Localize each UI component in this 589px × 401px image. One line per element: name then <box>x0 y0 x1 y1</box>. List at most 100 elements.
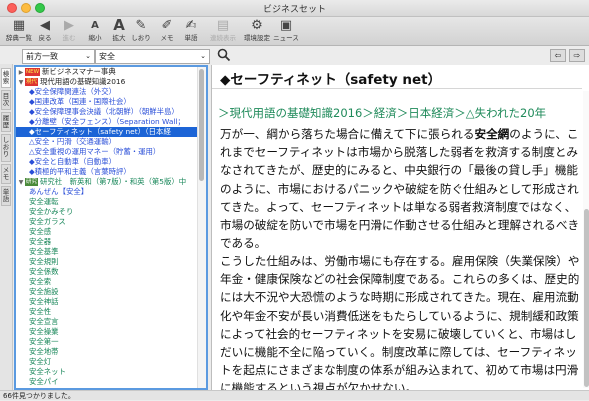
dictionary-list-icon: ▦ <box>12 18 26 33</box>
tree-row[interactable]: △安全重視の運用マネー（貯蓄・運用） <box>16 147 197 157</box>
result-list: ▶ NEW 新ビジネスマナー事典 ▼ 現代 現代用語の基礎知識2016 ◆安全保障関連法（外… <box>16 67 197 387</box>
tree-row[interactable]: あんぜん【安全】 <box>16 187 197 197</box>
chevron-down-icon: ⌄ <box>200 52 206 60</box>
toolbar: ▦ 辞典一覧 ◀ 戻る ▶ 進む A 縮小 A 拡大 ✎ しおり ✐ メモ ✍ 単語 ▤ 連続表示 ⚙ 環境設定 ▣ ニュ… <box>0 17 589 46</box>
tree-row-label: 安全規則 <box>29 257 59 266</box>
tree-row[interactable]: △安全・円滑（交通運輸） <box>16 137 197 147</box>
tree-row-label: 安全係数 <box>29 267 59 276</box>
tree-row[interactable]: ▼ 現代 現代用語の基礎知識2016 <box>16 77 197 87</box>
memo-icon: ✐ <box>161 18 173 33</box>
article-scroll-thumb[interactable] <box>584 209 589 387</box>
dictionary-badge-icon: 現代 <box>25 78 39 86</box>
tree-row[interactable]: 安全施設 <box>16 287 197 297</box>
toolbar-continuous-view-button[interactable]: ▤ 連続表示 <box>210 17 236 45</box>
side-tab-3[interactable]: しおり <box>1 134 11 162</box>
breadcrumb[interactable]: ＞現代用語の基礎知識2016＞経済＞日本経済＞△失われた20年 <box>218 105 546 121</box>
tree-row[interactable]: 安全かみそり <box>16 207 197 217</box>
tree-row[interactable]: 安全灯 <box>16 357 197 367</box>
article-title: ◆セーフティネット（safety net） <box>220 72 442 88</box>
tree-row-label: 安全感 <box>29 227 52 236</box>
disclosure-open-icon[interactable]: ▼ <box>17 78 25 87</box>
back-icon: ◀ <box>40 18 50 33</box>
result-tree: ▶ NEW 新ビジネスマナー事典 ▼ 現代 現代用語の基礎知識2016 ◆安全保障関連法（外… <box>14 65 208 390</box>
tree-row[interactable]: ◆分離壁（安全フェンス）（Separation Wall； <box>16 117 197 127</box>
article-paragraph-1: 万が一、綱から落ちた場合に備えて下に張られる安全網のように、これまでセーフティネ… <box>220 127 580 251</box>
tree-row[interactable]: 安全基準 <box>16 247 197 257</box>
preferences-gear-icon: ⚙ <box>251 18 263 33</box>
tree-row[interactable]: 安全係数 <box>16 267 197 277</box>
toolbar-word-button[interactable]: ✍ 単語 <box>178 17 204 45</box>
search-mode-value: 前方一致 <box>26 52 58 61</box>
search-mode-select[interactable]: 前方一致 ⌄ <box>22 49 95 64</box>
tree-row[interactable]: 安全ネット <box>16 367 197 377</box>
side-tab-1[interactable]: 目次 <box>1 90 11 110</box>
tree-row-label: 安全第一 <box>29 337 59 346</box>
search-icon[interactable] <box>217 48 231 62</box>
toolbar-news-button[interactable]: ▣ ニュース <box>273 17 299 45</box>
title-bar: ビジネスセット <box>0 0 589 17</box>
tree-row[interactable]: ◆積極的平和主義（言葉時評） <box>16 167 197 177</box>
side-tab-0[interactable]: 検索 <box>1 68 11 88</box>
tree-row-label: △安全重視の運用マネー（貯蓄・運用） <box>29 147 161 156</box>
tree-row[interactable]: 安全地帯 <box>16 347 197 357</box>
tree-row-label: 新ビジネスマナー事典 <box>42 67 116 76</box>
tree-scroll-thumb[interactable] <box>199 69 204 181</box>
toolbar-label: ニュース <box>273 34 299 42</box>
tree-row[interactable]: 安全第一 <box>16 337 197 347</box>
tree-row[interactable]: 安全神話 <box>16 297 197 307</box>
disclosure-closed-icon[interactable]: ▶ <box>17 68 25 77</box>
tree-row[interactable]: 安全感 <box>16 227 197 237</box>
article-scrollbar[interactable] <box>583 91 589 388</box>
window-title: ビジネスセット <box>262 5 326 15</box>
tree-row-label: ◆国連改革（国連・国際社会） <box>29 97 131 106</box>
tree-row[interactable]: ◆国連改革（国連・国際社会） <box>16 97 197 107</box>
status-bar: 66件見つかりました。 <box>0 390 589 400</box>
forward-icon: ▶ <box>64 18 74 33</box>
search-input[interactable]: 安全 ⌄ <box>95 49 210 64</box>
tree-row-label: ◆分離壁（安全フェンス）（Separation Wall； <box>29 117 185 126</box>
tree-row-label: ◆安全保障理事会決議（北朝鮮）（朝鮮半島） <box>29 107 179 116</box>
tree-row-label: 安全地帯 <box>29 347 59 356</box>
tree-row-label: 安全かみそり <box>29 207 74 216</box>
tree-row[interactable]: 安全パイ <box>16 377 197 387</box>
tree-row[interactable]: ◆セーフティネット（safety net）（日本経 <box>16 127 197 137</box>
tree-row[interactable]: 安全宣言 <box>16 317 197 327</box>
search-query: 安全 <box>99 52 115 61</box>
tree-row-label: 安全性 <box>29 307 52 316</box>
tree-row[interactable]: ◆安全保障関連法（外交） <box>16 87 197 97</box>
tree-row[interactable]: 安全運転 <box>16 197 197 207</box>
next-entry-icon[interactable]: ⇨ <box>569 49 585 62</box>
side-tab-4[interactable]: メモ <box>1 164 11 184</box>
tree-row[interactable]: ▶ NEW 新ビジネスマナー事典 <box>16 67 197 77</box>
tree-row[interactable]: 安全索 <box>16 277 197 287</box>
tree-row-label: あんぜん【安全】 <box>29 187 89 196</box>
tree-row[interactable]: 安全操業 <box>16 327 197 337</box>
tree-row[interactable]: 安全性 <box>16 307 197 317</box>
tree-scrollbar[interactable] <box>197 67 206 388</box>
side-tab-2[interactable]: 履歴 <box>1 112 11 132</box>
tree-row-label: ◆セーフティネット（safety net）（日本経 <box>29 127 171 136</box>
tree-row-label: 安全ガラス <box>29 217 66 226</box>
tree-row-label: △安全・円滑（交通運輸） <box>29 137 116 146</box>
continuous-view-icon: ▤ <box>216 18 230 33</box>
tree-row[interactable]: ▼ 研究 研究社 新英和（第7版）・和英（第5版）中 <box>16 177 197 187</box>
nav-buttons: ⇦ ⇨ <box>549 49 585 62</box>
tree-row[interactable]: 安全ガラス <box>16 217 197 227</box>
dictionary-badge-icon: NEW <box>25 68 41 76</box>
tree-row-label: 安全ネット <box>29 367 66 376</box>
tree-row-label: 安全器 <box>29 237 52 246</box>
tree-row[interactable]: 安全規則 <box>16 257 197 267</box>
title-divider <box>212 88 582 89</box>
tree-row-label: 安全索 <box>29 277 52 286</box>
tree-row[interactable]: ◆安全保障理事会決議（北朝鮮）（朝鮮半島） <box>16 107 197 117</box>
disclosure-open-icon[interactable]: ▼ <box>17 178 25 187</box>
tree-row-label: 安全神話 <box>29 297 59 306</box>
tree-row[interactable]: 安全器 <box>16 237 197 247</box>
tree-row[interactable]: ◆安全と自動車（自動車） <box>16 157 197 167</box>
bold-term: 安全網 <box>474 127 510 141</box>
tree-row-label: 安全施設 <box>29 287 59 296</box>
tree-row-label: 安全操業 <box>29 327 59 336</box>
side-tab-5[interactable]: 単語 <box>1 186 11 206</box>
previous-entry-icon[interactable]: ⇦ <box>549 49 566 62</box>
word-icon: ✍ <box>185 18 197 33</box>
